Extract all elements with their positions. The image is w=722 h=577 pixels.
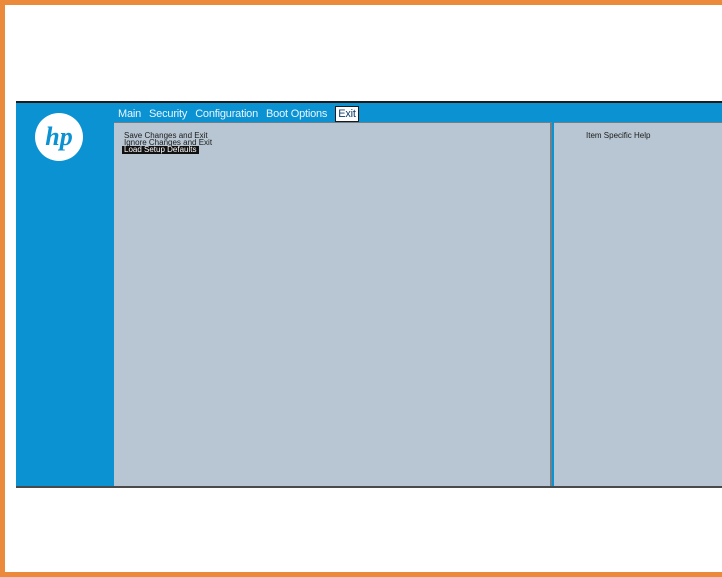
main-panel: Save Changes and Exit Ignore Changes and… <box>114 122 552 486</box>
hp-logo-icon: hp <box>45 122 72 151</box>
menu-bar: Main Security Configuration Boot Options… <box>114 106 359 122</box>
help-panel: Item Specific Help <box>554 122 722 486</box>
screenshot-frame: hp Main Security Configuration Boot Opti… <box>0 0 722 577</box>
menu-boot-options[interactable]: Boot Options <box>262 107 331 121</box>
option-load-setup-defaults[interactable]: Load Setup Defaults <box>122 146 199 154</box>
hp-logo: hp <box>35 113 83 161</box>
help-panel-title: Item Specific Help <box>586 131 651 140</box>
svg-text:hp: hp <box>45 122 72 151</box>
bios-setup-screen: hp Main Security Configuration Boot Opti… <box>16 101 722 488</box>
exit-options-list: Save Changes and Exit Ignore Changes and… <box>122 132 214 154</box>
menu-exit[interactable]: Exit <box>335 106 359 122</box>
menu-security[interactable]: Security <box>145 107 191 121</box>
menu-main[interactable]: Main <box>114 107 145 121</box>
menu-configuration[interactable]: Configuration <box>191 107 262 121</box>
